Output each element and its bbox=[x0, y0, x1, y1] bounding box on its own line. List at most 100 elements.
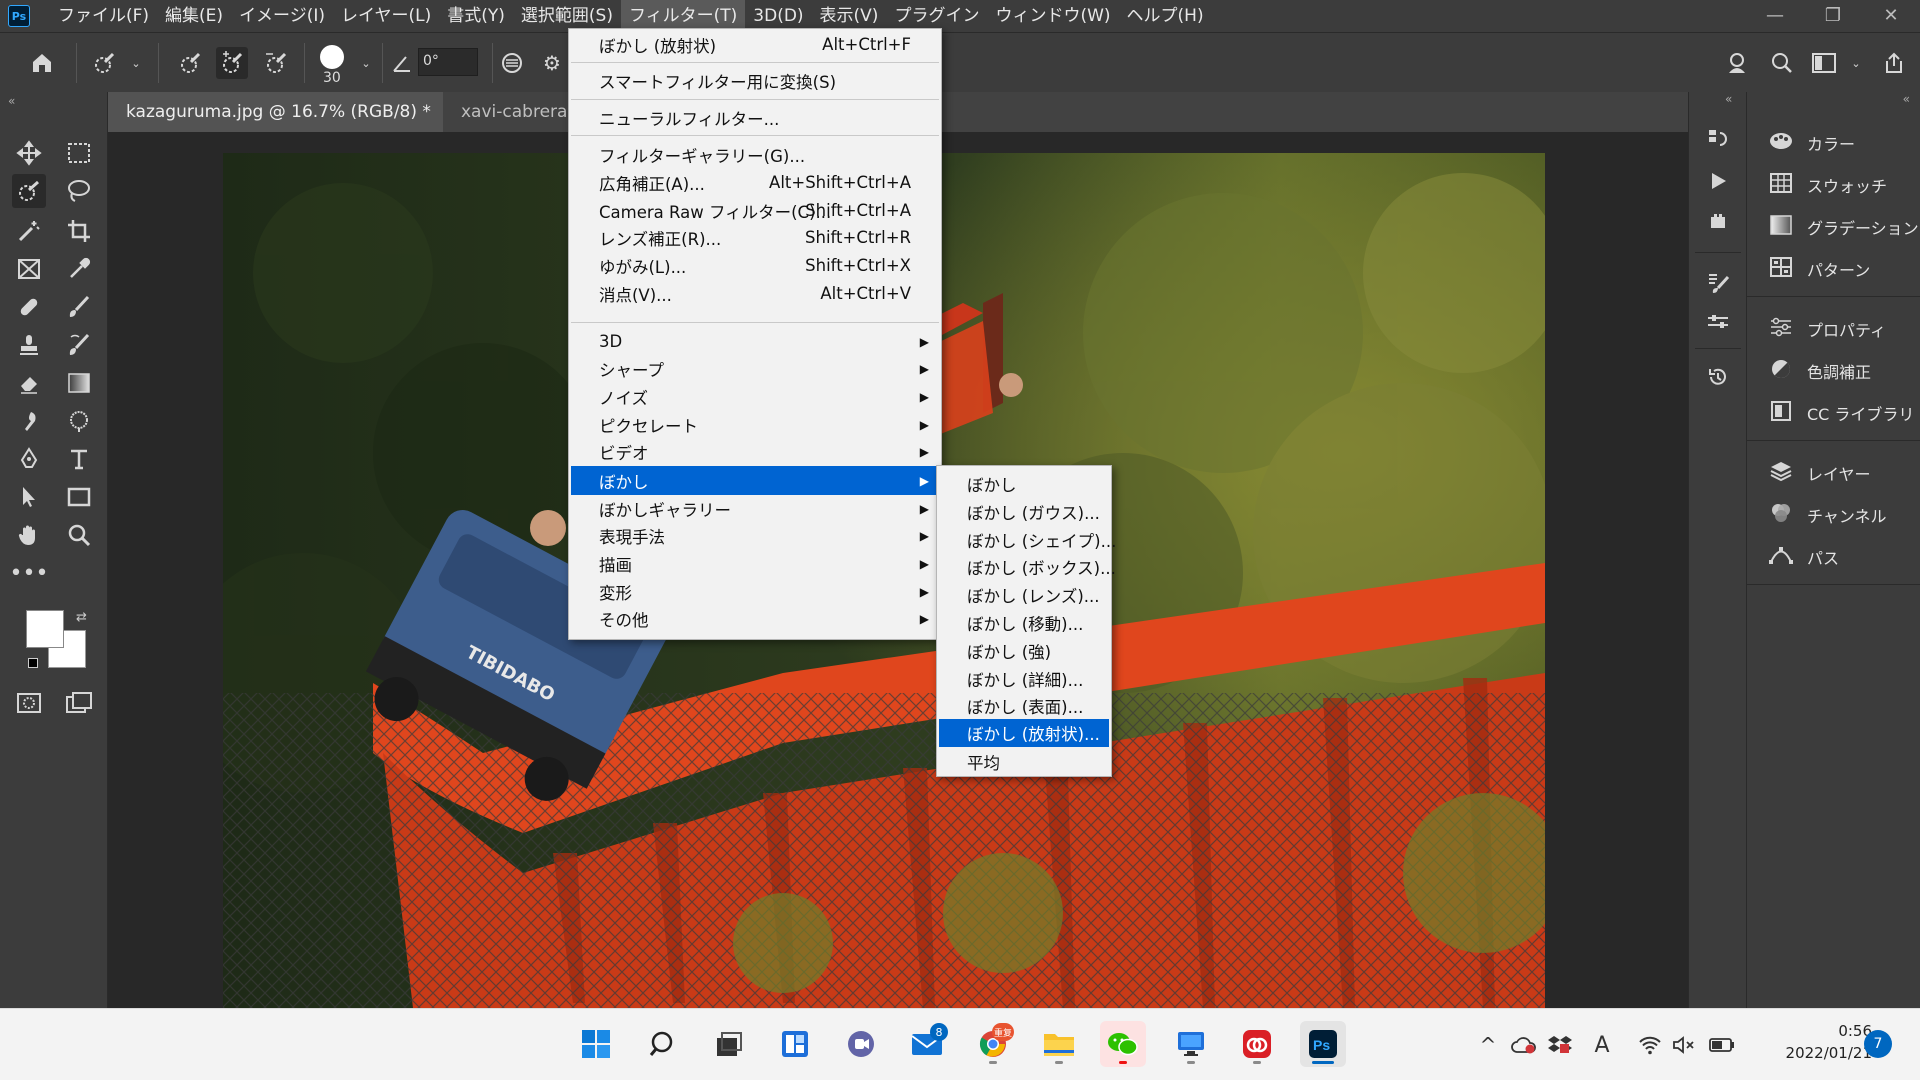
new-selection-icon[interactable] bbox=[174, 47, 206, 79]
share-export-icon[interactable] bbox=[1878, 47, 1910, 79]
more-tools-icon[interactable]: ••• bbox=[10, 556, 49, 590]
submenu-item-blur[interactable]: ぼかし bbox=[939, 470, 1109, 497]
frame-tool-icon[interactable] bbox=[12, 252, 46, 286]
submenu-item-shape-blur[interactable]: ぼかし (シェイプ)... bbox=[939, 526, 1116, 553]
panel-patterns[interactable]: パターン bbox=[1747, 248, 1920, 290]
pen-tool-icon[interactable] bbox=[12, 442, 46, 476]
share-user-icon[interactable] bbox=[1722, 47, 1754, 79]
foreground-color-swatch-top[interactable] bbox=[26, 610, 64, 648]
workspace-icon[interactable] bbox=[1808, 47, 1840, 79]
menu-item-liquify[interactable]: ゆがみ(L)... Shift+Ctrl+X bbox=[571, 252, 939, 279]
collapse-toolbar-icon[interactable]: « bbox=[8, 94, 15, 108]
taskbar-search-button[interactable] bbox=[640, 1021, 686, 1067]
panel-cc-libraries[interactable]: CC ライブラリ bbox=[1747, 392, 1920, 434]
speaker-muted-icon[interactable] bbox=[1670, 1031, 1698, 1059]
menu-item-filter-gallery[interactable]: フィルターギャラリー(G)... bbox=[571, 141, 939, 168]
menu-item-3d[interactable]: 3D ▶ bbox=[571, 328, 939, 355]
onedrive-error-icon[interactable] bbox=[1510, 1031, 1538, 1059]
crop-tool-icon[interactable] bbox=[62, 214, 96, 248]
menu-item-blur-gallery[interactable]: ぼかしギャラリー ▶ bbox=[571, 495, 939, 522]
menu-item-neural-filters[interactable]: ニューラルフィルター... bbox=[571, 104, 939, 131]
close-button[interactable]: ✕ bbox=[1862, 0, 1920, 30]
brush-preview-icon[interactable] bbox=[316, 41, 348, 73]
clock-date[interactable]: 2022/01/21 bbox=[1760, 1044, 1872, 1062]
menu-help[interactable]: ヘルプ(H) bbox=[1119, 0, 1212, 32]
angle-input[interactable]: 0° bbox=[418, 48, 478, 76]
panel-swatches[interactable]: スウォッチ bbox=[1747, 164, 1920, 206]
brush-settings-icon[interactable] bbox=[1701, 266, 1735, 300]
history-panel-icon[interactable] bbox=[1701, 122, 1735, 156]
menu-item-distort[interactable]: 変形 ▶ bbox=[571, 578, 939, 605]
remote-desktop-button[interactable] bbox=[1168, 1021, 1214, 1067]
submenu-item-gaussian-blur[interactable]: ぼかし (ガウス)... bbox=[939, 498, 1109, 525]
battery-icon[interactable] bbox=[1708, 1031, 1736, 1059]
menu-edit[interactable]: 編集(E) bbox=[157, 0, 231, 32]
menu-item-render[interactable]: 描画 ▶ bbox=[571, 550, 939, 577]
menu-item-lens-correction[interactable]: レンズ補正(R)... Shift+Ctrl+R bbox=[571, 224, 939, 251]
start-button[interactable] bbox=[573, 1021, 619, 1067]
smudge-tool-icon[interactable] bbox=[12, 404, 46, 438]
submenu-item-box-blur[interactable]: ぼかし (ボックス)... bbox=[939, 553, 1116, 580]
menu-item-noise[interactable]: ノイズ ▶ bbox=[571, 383, 939, 410]
tab-kazaguruma[interactable]: kazaguruma.jpg @ 16.7% (RGB/8) *× bbox=[108, 92, 443, 132]
chevron-down-icon[interactable]: ⌄ bbox=[1840, 47, 1872, 79]
collapse-panels-icon[interactable]: « bbox=[1903, 92, 1910, 106]
mail-button[interactable]: 8 bbox=[904, 1021, 950, 1067]
rectangle-tool-icon[interactable] bbox=[62, 480, 96, 514]
teams-chat-button[interactable] bbox=[838, 1021, 884, 1067]
magic-wand-icon[interactable] bbox=[12, 214, 46, 248]
screen-mode-icon[interactable] bbox=[62, 686, 96, 720]
settings-gear-icon[interactable]: ⚙ bbox=[536, 47, 568, 79]
submenu-item-lens-blur[interactable]: ぼかし (レンズ)... bbox=[939, 581, 1109, 608]
show-hidden-icons-chevron-icon[interactable]: ^ bbox=[1474, 1031, 1502, 1059]
pressure-size-icon[interactable] bbox=[496, 47, 528, 79]
quick-mask-icon[interactable] bbox=[12, 686, 46, 720]
subtract-from-selection-icon[interactable] bbox=[260, 47, 292, 79]
wechat-button[interactable] bbox=[1100, 1021, 1146, 1067]
home-icon[interactable] bbox=[26, 47, 58, 79]
menu-item-stylize[interactable]: 表現手法 ▶ bbox=[571, 522, 939, 549]
submenu-item-radial-blur[interactable]: ぼかし (放射状)... bbox=[939, 719, 1109, 747]
restore-button[interactable]: ❐ bbox=[1804, 0, 1862, 30]
default-colors-icon[interactable] bbox=[28, 658, 38, 668]
plugin-panel-icon[interactable] bbox=[1701, 204, 1735, 238]
menu-item-other[interactable]: その他 ▶ bbox=[571, 605, 939, 632]
menu-file[interactable]: ファイル(F) bbox=[50, 0, 157, 32]
submenu-item-smart-blur[interactable]: ぼかし (詳細)... bbox=[939, 665, 1109, 692]
photoshop-taskbar-button[interactable]: Ps bbox=[1300, 1021, 1346, 1067]
path-selection-icon[interactable] bbox=[12, 480, 46, 514]
chevron-down-icon[interactable]: ⌄ bbox=[120, 47, 152, 79]
menu-layer[interactable]: レイヤー(L) bbox=[333, 0, 439, 32]
menu-item-blur[interactable]: ぼかし ▶ bbox=[571, 466, 939, 495]
menu-item-adaptive-wide-angle[interactable]: 広角補正(A)... Alt+Shift+Ctrl+A bbox=[571, 169, 939, 196]
actions-play-icon[interactable] bbox=[1701, 164, 1735, 198]
menu-item-video[interactable]: ビデオ ▶ bbox=[571, 438, 939, 465]
dropbox-icon[interactable] bbox=[1546, 1031, 1574, 1059]
clock-time[interactable]: 0:56 bbox=[1800, 1022, 1872, 1040]
collapse-icons-icon[interactable]: « bbox=[1725, 92, 1732, 106]
submenu-item-average[interactable]: 平均 bbox=[939, 748, 1109, 775]
move-tool-icon[interactable] bbox=[12, 136, 46, 170]
history-brush-icon[interactable] bbox=[62, 328, 96, 362]
submenu-item-surface-blur[interactable]: ぼかし (表面)... bbox=[939, 692, 1109, 719]
brush-tool-icon[interactable] bbox=[62, 290, 96, 324]
zoom-tool-icon[interactable] bbox=[62, 518, 96, 552]
widgets-button[interactable] bbox=[772, 1021, 818, 1067]
dodge-tool-icon[interactable] bbox=[62, 404, 96, 438]
menu-item-pixelate[interactable]: ピクセレート ▶ bbox=[571, 411, 939, 438]
file-explorer-button[interactable] bbox=[1036, 1021, 1082, 1067]
tool-presets-icon[interactable] bbox=[1701, 306, 1735, 340]
healing-brush-icon[interactable] bbox=[12, 290, 46, 324]
creative-cloud-button[interactable] bbox=[1234, 1021, 1280, 1067]
submenu-item-blur-more[interactable]: ぼかし (強) bbox=[939, 637, 1109, 664]
menu-item-camera-raw[interactable]: Camera Raw フィルター(C)... Shift+Ctrl+A bbox=[571, 197, 939, 224]
tool-preset-picker-icon[interactable] bbox=[88, 47, 120, 79]
panel-gradients[interactable]: グラデーション bbox=[1747, 206, 1920, 248]
chevron-down-icon[interactable]: ⌄ bbox=[350, 47, 382, 79]
menu-window[interactable]: ウィンドウ(W) bbox=[987, 0, 1118, 32]
ime-indicator[interactable]: A bbox=[1588, 1031, 1616, 1059]
menu-type[interactable]: 書式(Y) bbox=[439, 0, 513, 32]
clone-stamp-icon[interactable] bbox=[12, 328, 46, 362]
panel-layers[interactable]: レイヤー bbox=[1747, 452, 1920, 494]
add-to-selection-icon[interactable] bbox=[216, 47, 248, 79]
